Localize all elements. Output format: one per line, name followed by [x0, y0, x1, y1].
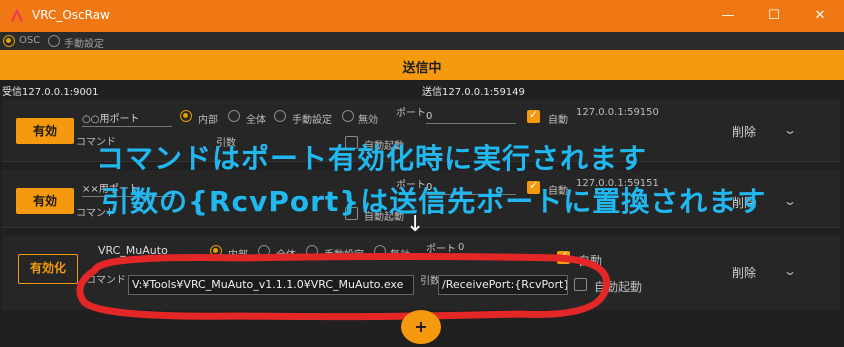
add-button[interactable]: +	[401, 310, 441, 344]
annotation-arrow: ↓	[406, 212, 425, 237]
overlay-annotation-1: コマンドはポート有効化時に実行されます	[96, 142, 648, 175]
overlay-annotation-2: 引数の{RcvPort}は送信先ポートに置換されます	[101, 185, 767, 218]
